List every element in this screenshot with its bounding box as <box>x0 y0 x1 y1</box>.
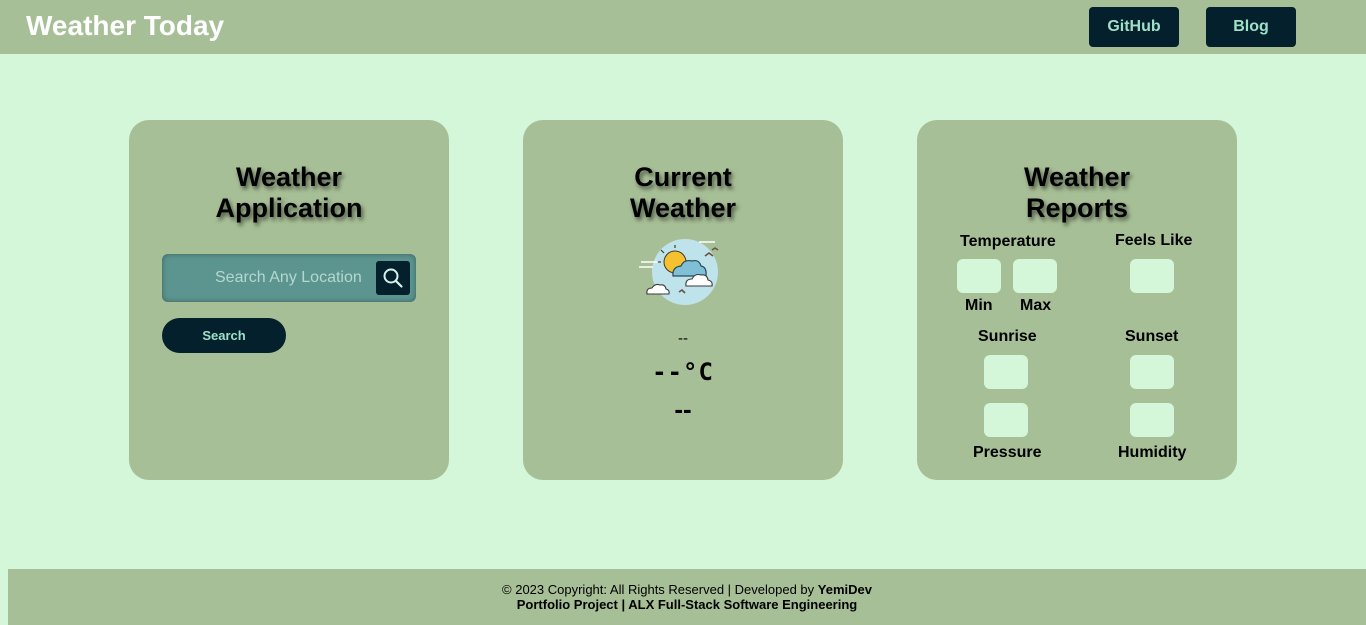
sunrise-label: Sunrise <box>978 328 1037 345</box>
max-temp-box <box>1013 259 1057 293</box>
footer: © 2023 Copyright: All Rights Reserved | … <box>8 569 1366 625</box>
temperature-label: Temperature <box>960 233 1056 250</box>
sunset-label: Sunset <box>1125 328 1179 345</box>
search-input[interactable] <box>162 254 374 302</box>
humidity-box <box>1130 403 1174 437</box>
sunrise-box <box>984 355 1028 389</box>
sunset-box <box>1130 355 1174 389</box>
title-line: Application <box>215 193 363 223</box>
partly-cloudy-icon <box>639 239 719 305</box>
card-title: Weather Application <box>129 162 449 224</box>
project-text: Portfolio Project | ALX Full-Stack Softw… <box>516 597 858 612</box>
title-line: Weather <box>1023 162 1131 192</box>
min-temp-box <box>957 259 1001 293</box>
search-button[interactable]: Search <box>162 318 286 353</box>
pressure-label: Pressure <box>973 444 1042 461</box>
search-icon-button[interactable] <box>376 261 410 295</box>
card-title: Weather Reports <box>917 162 1237 224</box>
temperature-text: --°C <box>652 358 714 386</box>
max-label: Max <box>1020 297 1052 314</box>
feels-like-box <box>1130 259 1174 293</box>
weather-application-card: Weather Application Search <box>129 120 449 480</box>
github-button[interactable]: GitHub <box>1089 7 1179 47</box>
copyright-text: © 2023 Copyright: All Rights Reserved | … <box>502 582 818 597</box>
min-label: Min <box>965 297 993 314</box>
current-weather-card: Current Weather -- --°C -- <box>523 120 843 480</box>
title-line: Weather <box>235 162 343 192</box>
humidity-label: Humidity <box>1118 444 1187 461</box>
search-icon <box>383 268 403 288</box>
navbar: Weather Today GitHub Blog <box>0 0 1366 54</box>
developer-link[interactable]: YemiDev <box>818 582 872 597</box>
pressure-box <box>984 403 1028 437</box>
description-text: -- <box>674 394 692 424</box>
blog-button[interactable]: Blog <box>1206 7 1296 47</box>
card-title: Current Weather <box>523 162 843 224</box>
brand-title: Weather Today <box>26 10 225 41</box>
title-line: Current <box>634 162 732 192</box>
location-text: -- <box>678 330 688 347</box>
feels-like-label: Feels Like <box>1115 232 1193 249</box>
footer-line-1: © 2023 Copyright: All Rights Reserved | … <box>8 582 1366 597</box>
title-line: Reports <box>1025 193 1128 223</box>
weather-reports-card: Weather Reports Temperature Feels Like M… <box>917 120 1237 480</box>
search-box <box>162 254 416 302</box>
title-line: Weather <box>629 193 737 223</box>
footer-line-2: Portfolio Project | ALX Full-Stack Softw… <box>8 597 1366 612</box>
